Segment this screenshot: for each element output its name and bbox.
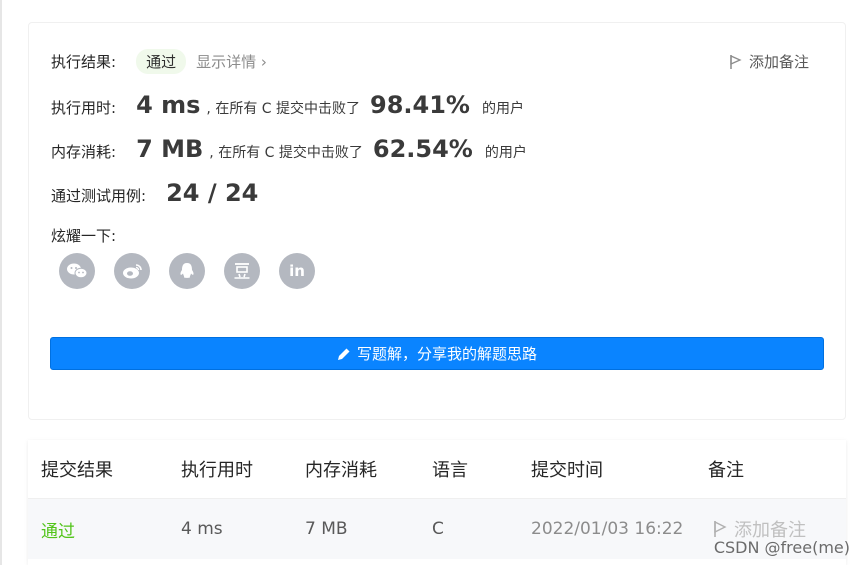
weibo-icon[interactable] bbox=[114, 253, 150, 289]
pencil-icon bbox=[337, 348, 350, 360]
flag-icon bbox=[714, 520, 727, 537]
add-note-button[interactable]: 添加备注 bbox=[729, 51, 809, 72]
flag-icon bbox=[730, 54, 742, 69]
header-runtime: 执行用时 bbox=[181, 460, 253, 481]
share-label: 炫耀一下: bbox=[51, 227, 117, 245]
memory-value: 7 MB bbox=[136, 135, 204, 163]
left-border bbox=[0, 0, 2, 565]
header-memory: 内存消耗 bbox=[305, 460, 377, 481]
runtime-percent: 98.41% bbox=[370, 91, 470, 119]
share-icons: in bbox=[59, 253, 315, 289]
runtime-beat-text: , 在所有 C 提交中击败了 bbox=[206, 101, 360, 117]
header-result: 提交结果 bbox=[41, 460, 113, 481]
write-solution-label: 写题解，分享我的解题思路 bbox=[356, 345, 537, 363]
linkedin-icon[interactable]: in bbox=[279, 253, 315, 289]
memory-beat-text: , 在所有 C 提交中击败了 bbox=[209, 145, 363, 161]
tests-row: 通过测试用例: 24 / 24 bbox=[51, 179, 258, 207]
table-header: 提交结果 执行用时 内存消耗 语言 提交时间 备注 bbox=[28, 440, 846, 499]
memory-percent: 62.54% bbox=[372, 135, 473, 163]
tests-value: 24 / 24 bbox=[166, 179, 259, 207]
memory-suffix: 的用户 bbox=[484, 145, 527, 161]
show-details-link[interactable]: 显示详情 › bbox=[196, 51, 267, 72]
memory-label: 内存消耗: bbox=[51, 143, 117, 161]
row-result[interactable]: 通过 bbox=[41, 517, 75, 542]
row-runtime: 4 ms bbox=[181, 519, 223, 539]
share-row: 炫耀一下: bbox=[51, 225, 116, 246]
row-language: C bbox=[432, 519, 444, 539]
runtime-value: 4 ms bbox=[136, 91, 201, 119]
douban-icon[interactable] bbox=[224, 253, 260, 289]
result-row: 执行结果: 通过 显示详情 › bbox=[51, 49, 267, 74]
wechat-icon[interactable] bbox=[59, 253, 95, 289]
header-submit-time: 提交时间 bbox=[531, 460, 603, 481]
write-solution-button[interactable]: 写题解，分享我的解题思路 bbox=[50, 337, 824, 370]
row-submit-time: 2022/01/03 16:22 bbox=[531, 519, 684, 539]
header-note: 备注 bbox=[708, 460, 744, 481]
watermark: CSDN @free(me) bbox=[713, 538, 850, 557]
runtime-row: 执行用时: 4 ms , 在所有 C 提交中击败了 98.41% 的用户 bbox=[51, 91, 524, 119]
qq-icon[interactable] bbox=[169, 253, 205, 289]
memory-row: 内存消耗: 7 MB , 在所有 C 提交中击败了 62.54% 的用户 bbox=[51, 135, 527, 163]
runtime-label: 执行用时: bbox=[51, 99, 117, 117]
tests-label: 通过测试用例: bbox=[51, 187, 147, 205]
result-label: 执行结果: bbox=[51, 53, 117, 71]
runtime-suffix: 的用户 bbox=[481, 101, 524, 117]
header-language: 语言 bbox=[432, 460, 468, 481]
submission-result-card: 执行结果: 通过 显示详情 › 添加备注 执行用时: 4 ms , 在所有 C … bbox=[28, 22, 846, 420]
add-note-label: 添加备注 bbox=[748, 53, 809, 71]
row-memory: 7 MB bbox=[305, 519, 348, 539]
status-badge: 通过 bbox=[136, 49, 187, 74]
